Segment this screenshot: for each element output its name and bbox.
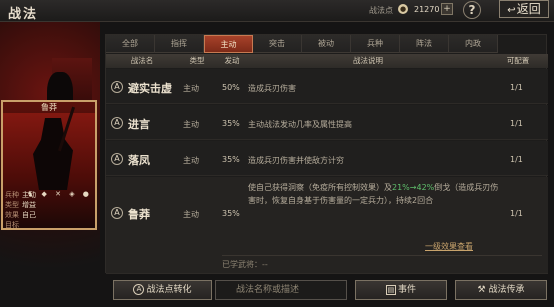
learned-generals: 已学武将：-- (222, 260, 268, 269)
stat-row: 类型 增益 (5, 200, 95, 210)
active-type-icon: A (111, 207, 123, 219)
tab-troop[interactable]: 兵种 (351, 35, 400, 53)
skill-name: 避实击虚 (128, 82, 172, 95)
skill-count: 1/1 (510, 209, 523, 218)
divider (222, 255, 542, 256)
stat-label: 效果 (5, 211, 19, 219)
col-rate: 发动 (224, 56, 240, 65)
tab-internal[interactable]: 内政 (449, 35, 498, 53)
add-points-button[interactable]: + (441, 3, 453, 15)
active-type-icon: A (111, 117, 123, 129)
event-icon: ▤ (385, 284, 396, 295)
tab-active[interactable]: 主动 (204, 35, 253, 53)
desc-part-a: 使自己获得洞察（免疫所有控制效果）及 (248, 183, 392, 192)
event-button[interactable]: ▤ 事件 (355, 280, 447, 300)
table-row[interactable]: A 落凤 主动 35% 造成兵刃伤害并使敌方计穷 1/1 (106, 141, 548, 176)
inherit-label: 战法传承 (488, 285, 525, 295)
col-count: 可配置 (506, 56, 530, 65)
tab-assault[interactable]: 突击 (253, 35, 302, 53)
event-label: 事件 (397, 285, 416, 295)
page-title: 战法 (8, 7, 39, 22)
stat-row: 效果 自己 (5, 210, 95, 220)
skill-type: 主动 (183, 210, 199, 219)
tab-all[interactable]: 全部 (106, 35, 155, 53)
search-input[interactable]: 战法名称或描述 (215, 280, 347, 300)
skill-type: 主动 (183, 156, 199, 165)
inherit-button[interactable]: ⚒ 战法传承 (455, 280, 547, 300)
skill-rows: A 避实击虚 主动 50% 造成兵刃伤害 1/1 A 进言 主动 35% 主动战… (106, 69, 548, 274)
points-value: 21270 (414, 5, 440, 14)
tab-command[interactable]: 指挥 (155, 35, 204, 53)
skill-name: 进言 (128, 118, 150, 131)
stat-row: 目标 (5, 220, 95, 229)
skill-desc: 造成兵刃伤害并使敌方计穷 (248, 156, 344, 165)
inherit-icon: ⚒ (477, 285, 489, 295)
convert-label: 战法点转化 (146, 285, 192, 295)
skill-count: 1/1 (510, 83, 523, 92)
top-bar: 战法 战法点 ● 21270 + ? ↩返回 (0, 0, 554, 22)
skill-card[interactable]: 鲁莽 兵种 主动 类型 增益 效果 自己 目标 ♞ ◆ ✕ ◈ ● (1, 100, 97, 230)
points-coin-icon: ● (398, 4, 408, 14)
skill-rate: 35% (222, 155, 240, 164)
skill-rate: 35% (222, 119, 240, 128)
convert-icon: A (133, 284, 145, 295)
tab-formation[interactable]: 阵法 (400, 35, 449, 53)
back-label: 返回 (516, 2, 541, 16)
skill-desc: 使自己获得洞察（免疫所有控制效果）及21%→42%倒戈（造成兵刃伤害时，恢复自身… (248, 181, 504, 207)
col-type: 类型 (189, 56, 205, 65)
skill-card-name: 鲁莽 (3, 102, 95, 113)
stat-label: 兵种 (5, 191, 19, 199)
skill-rate: 50% (222, 83, 240, 92)
tab-passive[interactable]: 被动 (302, 35, 351, 53)
convert-points-button[interactable]: A 战法点转化 (113, 280, 212, 300)
active-type-icon: A (111, 153, 123, 165)
skill-name: 落凤 (128, 154, 150, 167)
skill-desc: 主动战法发动几率及属性提高 (248, 120, 352, 129)
table-header: 战法名 类型 发动 战法说明 可配置 (106, 54, 548, 68)
skill-name: 鲁莽 (128, 208, 150, 221)
tab-bar: 全部 指挥 主动 突击 被动 兵种 阵法 内政 (106, 35, 548, 53)
stat-label: 目标 (5, 221, 19, 229)
col-name: 战法名 (130, 56, 154, 65)
active-type-icon: A (111, 81, 123, 93)
help-button[interactable]: ? (463, 1, 481, 19)
skill-rate: 35% (222, 209, 240, 218)
points-label: 战法点 (369, 6, 393, 15)
skill-count: 1/1 (510, 119, 523, 128)
table-row[interactable]: A 避实击虚 主动 50% 造成兵刃伤害 1/1 (106, 69, 548, 104)
troop-type-icons: ♞ ◆ ✕ ◈ ● (27, 190, 92, 198)
skill-count: 1/1 (510, 155, 523, 164)
col-desc: 战法说明 (353, 56, 383, 65)
stat-value: 自己 (22, 211, 36, 219)
table-row-selected[interactable]: A 鲁莽 主动 35% 使自己获得洞察（免疫所有控制效果）及21%→42%倒戈（… (106, 177, 548, 274)
skill-desc: 造成兵刃伤害 (248, 84, 296, 93)
back-button[interactable]: ↩返回 (499, 0, 549, 18)
skill-type: 主动 (183, 84, 199, 93)
table-row[interactable]: A 进言 主动 35% 主动战法发动几率及属性提高 1/1 (106, 105, 548, 140)
skill-list-panel: 全部 指挥 主动 突击 被动 兵种 阵法 内政 战法名 类型 发动 战法说明 可… (105, 34, 548, 274)
desc-highlight: 21%→42% (392, 183, 435, 192)
back-arrow-icon: ↩ (507, 5, 516, 16)
stat-label: 类型 (5, 201, 19, 209)
level-effect-link[interactable]: 一级效果查看 (425, 241, 473, 252)
stat-value: 增益 (22, 201, 36, 209)
skill-type: 主动 (183, 120, 199, 129)
